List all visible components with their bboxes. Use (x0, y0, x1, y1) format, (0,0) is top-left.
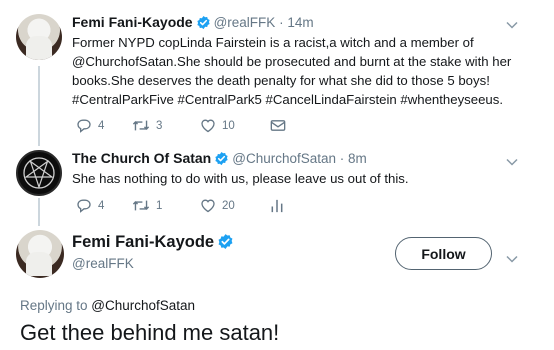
tweet1-actions: 4 3 10 (76, 118, 286, 133)
verified-badge-icon (214, 151, 229, 171)
analytics-icon (270, 198, 284, 213)
tweet2-reply-button[interactable]: 4 (76, 198, 132, 213)
replying-mention[interactable]: @ChurchofSatan (91, 298, 195, 313)
avatar-femi-main[interactable] (16, 230, 64, 278)
tweet1-reply-count: 4 (98, 119, 105, 132)
tweet2-analytics-button[interactable] (270, 198, 284, 213)
tweet1-handle[interactable]: @realFFK (214, 15, 276, 30)
tweet1-line: Former NYPD copLinda Fairstein is a raci… (72, 35, 474, 50)
tweet2-header: The Church Of Satan @ChurchofSatan · 8m (72, 150, 367, 171)
tweet1-like-count: 10 (222, 119, 235, 132)
tweet1-line: books.She deserves the death penalty for… (72, 73, 490, 88)
main-handle[interactable]: @realFFK (72, 256, 134, 271)
avatar-church-of-satan[interactable] (16, 150, 62, 196)
envelope-icon (270, 119, 286, 132)
tweet2-reply-count: 4 (98, 199, 105, 212)
tweet1-line: @ChurchofSatan.She should be prosecuted … (72, 54, 512, 69)
replying-prefix: Replying to (20, 298, 92, 313)
reply-icon (76, 118, 92, 133)
replying-to: Replying to @ChurchofSatan (20, 298, 195, 313)
tweet1-header: Femi Fani-Kayode @realFFK · 14m (72, 14, 314, 35)
heart-icon (200, 198, 216, 213)
tweet1-retweet-count: 3 (156, 119, 163, 132)
tweet1-chevron-down-icon[interactable] (506, 16, 518, 34)
tweet1-reply-button[interactable]: 4 (76, 118, 132, 133)
tweet2-author-name[interactable]: The Church Of Satan (72, 150, 211, 166)
tweet1-time[interactable]: 14m (287, 15, 313, 30)
heart-icon (200, 118, 216, 133)
follow-button[interactable]: Follow (395, 237, 492, 270)
tweet2-body: She has nothing to do with us, please le… (72, 171, 409, 186)
verified-badge-icon (196, 15, 211, 35)
tweet1-retweet-button[interactable]: 3 (132, 118, 200, 133)
tweet2-like-count: 20 (222, 199, 235, 212)
sigil-icon (23, 157, 55, 189)
main-author-name[interactable]: Femi Fani-Kayode (72, 233, 214, 251)
tweet1-author-name[interactable]: Femi Fani-Kayode (72, 14, 193, 30)
retweet-icon (132, 118, 150, 133)
tweet2-retweet-button[interactable]: 1 (132, 198, 200, 213)
tweet2-actions: 4 1 20 (76, 198, 284, 213)
tweet2-like-button[interactable]: 20 (200, 198, 270, 213)
tweet1-body: Former NYPD copLinda Fairstein is a raci… (72, 33, 511, 109)
tweet2-retweet-count: 1 (156, 199, 163, 212)
tweet2-time[interactable]: 8m (348, 151, 367, 166)
tweet1-separator: · (275, 15, 288, 30)
tweet1-line: #CentralParkFive #CentralPark5 #CancelLi… (72, 92, 504, 107)
main-tweet-text: Get thee behind me satan! (20, 320, 280, 345)
main-chevron-down-icon[interactable] (506, 250, 518, 268)
tweet1-dm-button[interactable] (270, 119, 286, 132)
tweet2-chevron-down-icon[interactable] (506, 153, 518, 171)
tweet2-separator: · (336, 151, 348, 166)
reply-icon (76, 198, 92, 213)
thread-line-1 (38, 66, 40, 146)
verified-badge-icon (217, 233, 234, 255)
main-tweet-header: Femi Fani-Kayode (72, 233, 237, 255)
retweet-icon (132, 198, 150, 213)
avatar-femi[interactable] (16, 14, 62, 60)
thread-line-2 (38, 198, 40, 226)
tweet2-handle[interactable]: @ChurchofSatan (232, 151, 336, 166)
tweet1-like-button[interactable]: 10 (200, 118, 270, 133)
